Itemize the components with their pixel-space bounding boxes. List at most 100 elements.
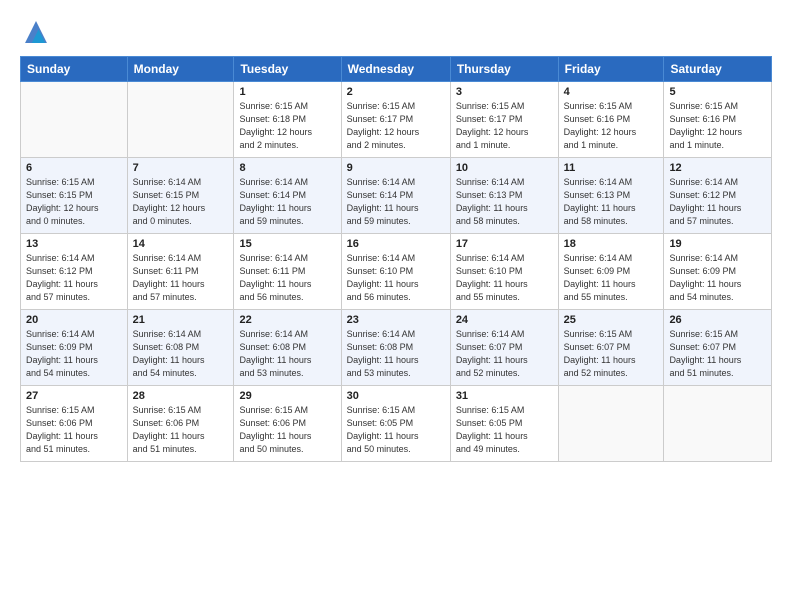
calendar: SundayMondayTuesdayWednesdayThursdayFrid… — [20, 56, 772, 462]
day-cell: 12Sunrise: 6:14 AM Sunset: 6:12 PM Dayli… — [664, 158, 772, 234]
day-number: 10 — [456, 162, 553, 174]
day-number: 11 — [564, 162, 659, 174]
day-cell: 13Sunrise: 6:14 AM Sunset: 6:12 PM Dayli… — [21, 234, 128, 310]
day-info: Sunrise: 6:14 AM Sunset: 6:09 PM Dayligh… — [564, 252, 659, 304]
week-row-4: 27 Sunrise: 6:15 AM Sunset: 6:06 PM Dayli… — [21, 386, 772, 462]
day-number: 7 — [133, 162, 229, 174]
day-number: 21 — [133, 314, 229, 326]
day-cell: 24 Sunrise: 6:14 AM Sunset: 6:07 PM Dayli… — [450, 310, 558, 386]
day-info: Sunrise: 6:14 AM Sunset: 6:07 PM Dayligh… — [456, 328, 553, 380]
day-info: Sunrise: 6:15 AM Sunset: 6:06 PM Dayligh… — [26, 404, 122, 456]
day-number: 26 — [669, 314, 766, 326]
day-cell — [127, 82, 234, 158]
day-cell: 15Sunrise: 6:14 AM Sunset: 6:11 PM Dayli… — [234, 234, 341, 310]
day-cell: 18 Sunrise: 6:14 AM Sunset: 6:09 PM Dayli… — [558, 234, 664, 310]
day-cell: 31Sunrise: 6:15 AM Sunset: 6:05 PM Dayli… — [450, 386, 558, 462]
day-info: Sunrise: 6:15 AM Sunset: 6:06 PM Dayligh… — [239, 404, 335, 456]
day-cell: 9 Sunrise: 6:14 AM Sunset: 6:14 PM Daylig… — [341, 158, 450, 234]
day-cell: 10 Sunrise: 6:14 AM Sunset: 6:13 PM Dayli… — [450, 158, 558, 234]
day-info: Sunrise: 6:15 AM Sunset: 6:16 PM Dayligh… — [669, 100, 766, 152]
day-info: Sunrise: 6:15 AM Sunset: 6:16 PM Dayligh… — [564, 100, 659, 152]
weekday-header-friday: Friday — [558, 57, 664, 82]
day-cell: 25 Sunrise: 6:15 AM Sunset: 6:07 PM Dayli… — [558, 310, 664, 386]
day-cell: 21Sunrise: 6:14 AM Sunset: 6:08 PM Dayli… — [127, 310, 234, 386]
day-number: 25 — [564, 314, 659, 326]
day-cell: 17Sunrise: 6:14 AM Sunset: 6:10 PM Dayli… — [450, 234, 558, 310]
day-info: Sunrise: 6:14 AM Sunset: 6:15 PM Dayligh… — [133, 176, 229, 228]
day-info: Sunrise: 6:14 AM Sunset: 6:13 PM Dayligh… — [456, 176, 553, 228]
page: SundayMondayTuesdayWednesdayThursdayFrid… — [0, 0, 792, 612]
weekday-header-wednesday: Wednesday — [341, 57, 450, 82]
day-info: Sunrise: 6:15 AM Sunset: 6:05 PM Dayligh… — [456, 404, 553, 456]
day-number: 3 — [456, 86, 553, 98]
day-info: Sunrise: 6:15 AM Sunset: 6:17 PM Dayligh… — [347, 100, 445, 152]
day-cell: 30 Sunrise: 6:15 AM Sunset: 6:05 PM Dayli… — [341, 386, 450, 462]
day-info: Sunrise: 6:14 AM Sunset: 6:14 PM Dayligh… — [239, 176, 335, 228]
day-number: 9 — [347, 162, 445, 174]
day-info: Sunrise: 6:14 AM Sunset: 6:14 PM Dayligh… — [347, 176, 445, 228]
day-cell: 19Sunrise: 6:14 AM Sunset: 6:09 PM Dayli… — [664, 234, 772, 310]
day-cell: 6 Sunrise: 6:15 AM Sunset: 6:15 PM Daylig… — [21, 158, 128, 234]
day-cell: 16Sunrise: 6:14 AM Sunset: 6:10 PM Dayli… — [341, 234, 450, 310]
day-cell: 8 Sunrise: 6:14 AM Sunset: 6:14 PM Daylig… — [234, 158, 341, 234]
day-info: Sunrise: 6:15 AM Sunset: 6:05 PM Dayligh… — [347, 404, 445, 456]
logo — [20, 16, 54, 48]
day-info: Sunrise: 6:14 AM Sunset: 6:11 PM Dayligh… — [239, 252, 335, 304]
week-row-0: 1 Sunrise: 6:15 AM Sunset: 6:18 PM Daylig… — [21, 82, 772, 158]
day-number: 14 — [133, 238, 229, 250]
day-number: 8 — [239, 162, 335, 174]
day-info: Sunrise: 6:15 AM Sunset: 6:15 PM Dayligh… — [26, 176, 122, 228]
weekday-header-saturday: Saturday — [664, 57, 772, 82]
day-number: 22 — [239, 314, 335, 326]
day-info: Sunrise: 6:15 AM Sunset: 6:06 PM Dayligh… — [133, 404, 229, 456]
day-number: 24 — [456, 314, 553, 326]
day-info: Sunrise: 6:14 AM Sunset: 6:12 PM Dayligh… — [26, 252, 122, 304]
day-number: 4 — [564, 86, 659, 98]
weekday-header-tuesday: Tuesday — [234, 57, 341, 82]
day-cell: 20 Sunrise: 6:14 AM Sunset: 6:09 PM Dayli… — [21, 310, 128, 386]
day-cell: 5 Sunrise: 6:15 AM Sunset: 6:16 PM Daylig… — [664, 82, 772, 158]
weekday-header-row: SundayMondayTuesdayWednesdayThursdayFrid… — [21, 57, 772, 82]
week-row-2: 13Sunrise: 6:14 AM Sunset: 6:12 PM Dayli… — [21, 234, 772, 310]
day-cell: 23 Sunrise: 6:14 AM Sunset: 6:08 PM Dayli… — [341, 310, 450, 386]
day-number: 12 — [669, 162, 766, 174]
day-cell: 22 Sunrise: 6:14 AM Sunset: 6:08 PM Dayli… — [234, 310, 341, 386]
day-cell: 4 Sunrise: 6:15 AM Sunset: 6:16 PM Daylig… — [558, 82, 664, 158]
day-number: 28 — [133, 390, 229, 402]
day-info: Sunrise: 6:15 AM Sunset: 6:17 PM Dayligh… — [456, 100, 553, 152]
day-number: 27 — [26, 390, 122, 402]
day-cell — [664, 386, 772, 462]
day-number: 16 — [347, 238, 445, 250]
day-cell: 27 Sunrise: 6:15 AM Sunset: 6:06 PM Dayli… — [21, 386, 128, 462]
day-info: Sunrise: 6:15 AM Sunset: 6:07 PM Dayligh… — [564, 328, 659, 380]
day-info: Sunrise: 6:14 AM Sunset: 6:13 PM Dayligh… — [564, 176, 659, 228]
day-cell: 29 Sunrise: 6:15 AM Sunset: 6:06 PM Dayli… — [234, 386, 341, 462]
day-info: Sunrise: 6:14 AM Sunset: 6:08 PM Dayligh… — [239, 328, 335, 380]
day-number: 5 — [669, 86, 766, 98]
day-cell: 14Sunrise: 6:14 AM Sunset: 6:11 PM Dayli… — [127, 234, 234, 310]
logo-icon — [20, 16, 52, 48]
day-number: 6 — [26, 162, 122, 174]
day-number: 29 — [239, 390, 335, 402]
day-cell: 1 Sunrise: 6:15 AM Sunset: 6:18 PM Daylig… — [234, 82, 341, 158]
header — [20, 16, 772, 48]
day-info: Sunrise: 6:14 AM Sunset: 6:09 PM Dayligh… — [669, 252, 766, 304]
day-info: Sunrise: 6:14 AM Sunset: 6:10 PM Dayligh… — [456, 252, 553, 304]
day-number: 2 — [347, 86, 445, 98]
day-info: Sunrise: 6:14 AM Sunset: 6:09 PM Dayligh… — [26, 328, 122, 380]
day-number: 1 — [239, 86, 335, 98]
day-number: 30 — [347, 390, 445, 402]
day-info: Sunrise: 6:15 AM Sunset: 6:18 PM Dayligh… — [239, 100, 335, 152]
day-cell: 2 Sunrise: 6:15 AM Sunset: 6:17 PM Daylig… — [341, 82, 450, 158]
day-cell: 26Sunrise: 6:15 AM Sunset: 6:07 PM Dayli… — [664, 310, 772, 386]
day-number: 18 — [564, 238, 659, 250]
week-row-3: 20 Sunrise: 6:14 AM Sunset: 6:09 PM Dayli… — [21, 310, 772, 386]
weekday-header-thursday: Thursday — [450, 57, 558, 82]
day-cell — [21, 82, 128, 158]
day-cell — [558, 386, 664, 462]
day-cell: 7 Sunrise: 6:14 AM Sunset: 6:15 PM Daylig… — [127, 158, 234, 234]
day-number: 23 — [347, 314, 445, 326]
day-info: Sunrise: 6:14 AM Sunset: 6:08 PM Dayligh… — [347, 328, 445, 380]
day-cell: 11 Sunrise: 6:14 AM Sunset: 6:13 PM Dayli… — [558, 158, 664, 234]
day-number: 20 — [26, 314, 122, 326]
